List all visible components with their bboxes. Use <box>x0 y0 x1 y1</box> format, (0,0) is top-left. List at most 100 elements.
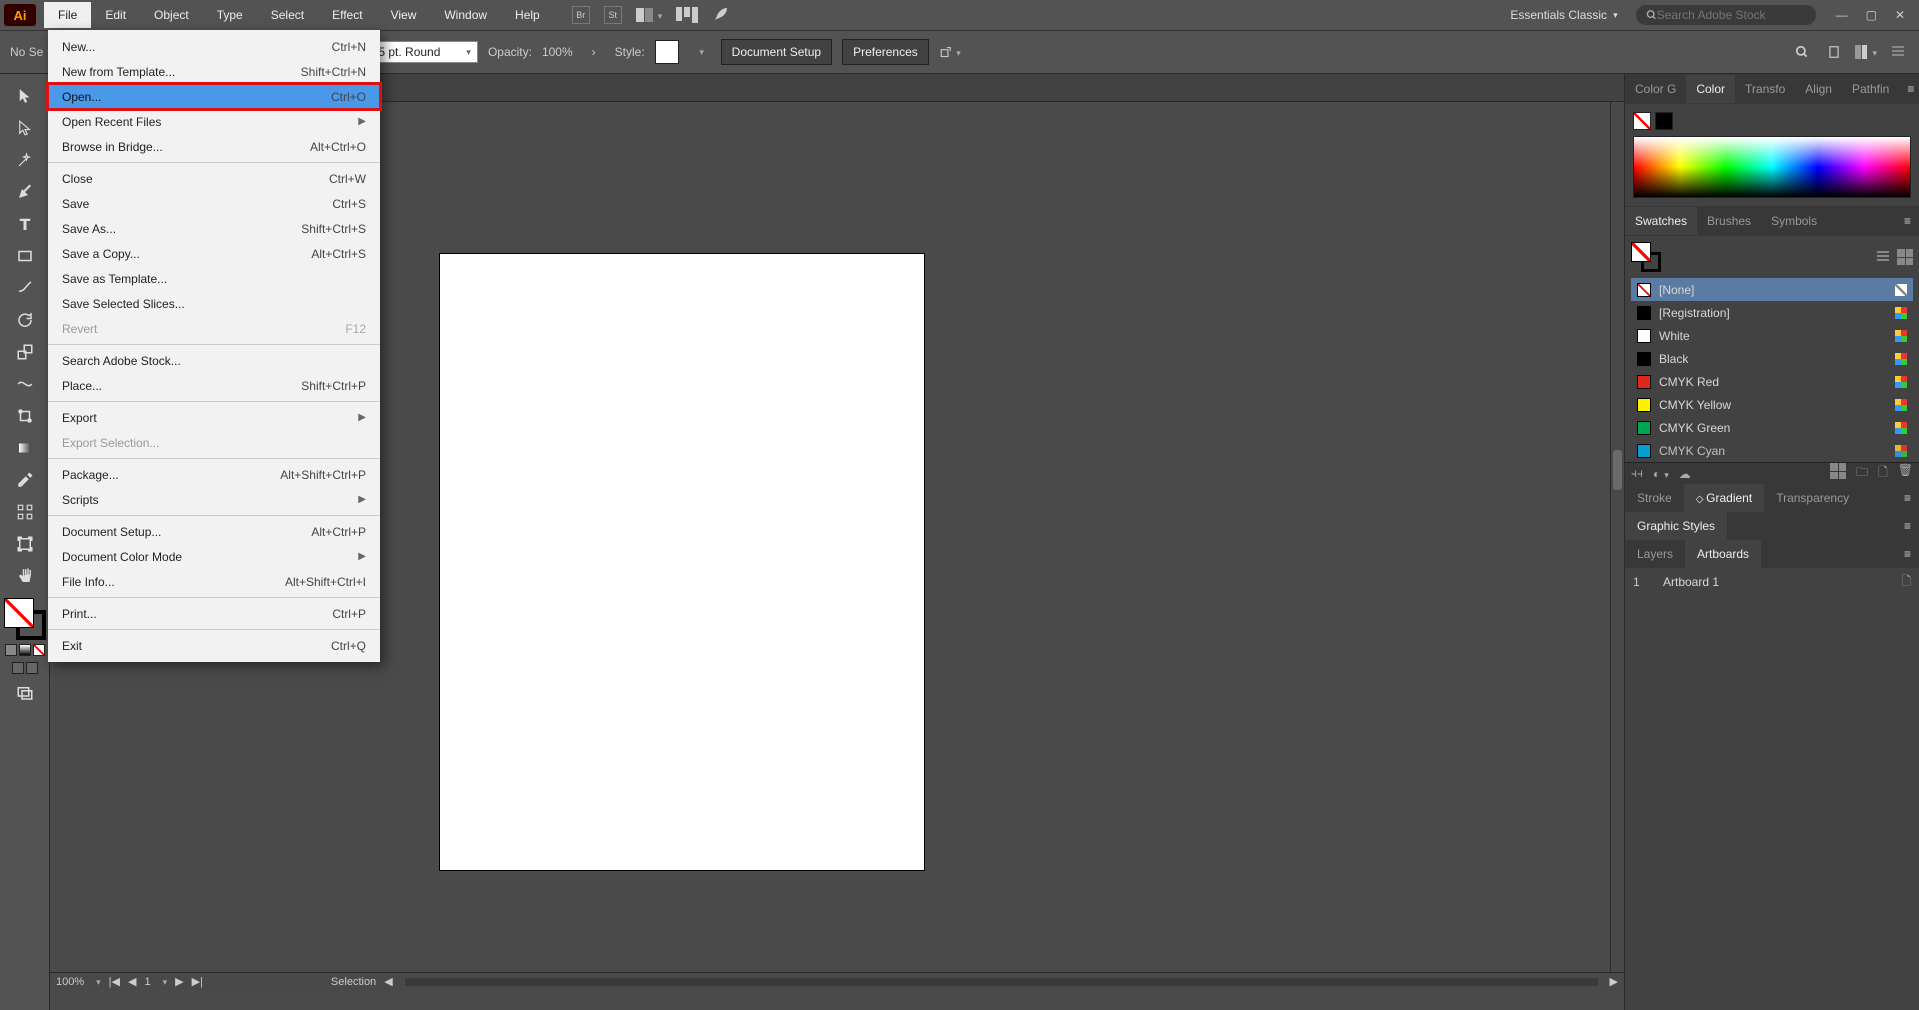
maximize-icon[interactable]: ▢ <box>1866 8 1877 22</box>
swatch-white[interactable]: White <box>1631 324 1913 347</box>
menu-item-close[interactable]: CloseCtrl+W <box>48 166 380 191</box>
eyedropper-tool[interactable] <box>10 465 40 495</box>
search-stock[interactable] <box>1636 5 1816 25</box>
tab-artboards[interactable]: Artboards <box>1685 540 1761 568</box>
color-stroke-chip[interactable] <box>1655 112 1673 130</box>
doc-icon[interactable] <box>1823 41 1845 63</box>
hand-tool[interactable] <box>10 561 40 591</box>
menu-item-save-as-template[interactable]: Save as Template... <box>48 266 380 291</box>
new-group-icon[interactable]: 🗀 <box>1856 463 1868 484</box>
menu-item-open-recent-files[interactable]: Open Recent Files▶ <box>48 109 380 134</box>
color-mode-switches[interactable] <box>5 644 45 656</box>
menu-item-save-as[interactable]: Save As...Shift+Ctrl+S <box>48 216 380 241</box>
rectangle-tool[interactable] <box>10 241 40 271</box>
arrange-icon[interactable] <box>1855 41 1877 63</box>
swatch-cmyk-green[interactable]: CMYK Green <box>1631 416 1913 439</box>
tab-color[interactable]: Color <box>1686 75 1735 103</box>
artboard-tool[interactable] <box>10 529 40 559</box>
direct-selection-tool[interactable] <box>10 113 40 143</box>
tab-graphic-styles[interactable]: Graphic Styles <box>1625 512 1727 540</box>
swatch-options-icon[interactable] <box>1830 463 1846 479</box>
menu-object[interactable]: Object <box>140 2 203 28</box>
menu-item-scripts[interactable]: Scripts▶ <box>48 487 380 512</box>
menu-item-document-color-mode[interactable]: Document Color Mode▶ <box>48 544 380 569</box>
close-icon[interactable]: ✕ <box>1895 8 1905 22</box>
preferences-button[interactable]: Preferences <box>842 39 929 65</box>
style-swatch[interactable] <box>655 40 679 64</box>
tab-stroke[interactable]: Stroke <box>1625 484 1684 512</box>
grid-view-icon[interactable] <box>1897 249 1913 265</box>
selection-tool[interactable] <box>10 81 40 111</box>
bridge-icon[interactable]: Br <box>572 6 590 24</box>
panel-menu-icon[interactable]: ≡ <box>1896 512 1919 540</box>
menu-help[interactable]: Help <box>501 2 554 28</box>
document-setup-button[interactable]: Document Setup <box>721 39 832 65</box>
menu-effect[interactable]: Effect <box>318 2 376 28</box>
menu-item-save[interactable]: SaveCtrl+S <box>48 191 380 216</box>
artboard-nav-value[interactable]: 1 <box>144 976 150 988</box>
free-transform-tool[interactable] <box>10 401 40 431</box>
swatch-cmyk-yellow[interactable]: CMYK Yellow <box>1631 393 1913 416</box>
list-view-icon[interactable] <box>1875 249 1891 265</box>
panel-menu-icon[interactable]: ≡ <box>1899 82 1919 96</box>
show-kinds-icon[interactable]: ◐ <box>1653 467 1669 481</box>
menu-item-save-selected-slices[interactable]: Save Selected Slices... <box>48 291 380 316</box>
fill-swatch-nofill[interactable] <box>4 598 34 628</box>
type-tool[interactable] <box>10 209 40 239</box>
tab-transform[interactable]: Transfo <box>1735 75 1795 103</box>
menu-item-search-adobe-stock[interactable]: Search Adobe Stock... <box>48 348 380 373</box>
tab-brushes[interactable]: Brushes <box>1697 207 1761 235</box>
workspace-switcher[interactable]: Essentials Classic▾ <box>1502 4 1625 26</box>
menu-type[interactable]: Type <box>203 2 257 28</box>
delete-swatch-icon[interactable]: 🗑 <box>1898 463 1913 484</box>
feather-icon[interactable] <box>712 5 730 26</box>
align-to-icon[interactable] <box>939 41 961 63</box>
panel-menu-icon[interactable]: ≡ <box>1896 540 1919 568</box>
swatch-none[interactable]: [None] <box>1631 278 1913 301</box>
tab-pathfinder[interactable]: Pathfin <box>1842 75 1899 103</box>
menu-item-new[interactable]: New...Ctrl+N <box>48 34 380 59</box>
search-icon[interactable] <box>1791 41 1813 63</box>
panel-menu-icon[interactable]: ≡ <box>1896 214 1919 228</box>
cloud-icon[interactable]: ☁ <box>1679 467 1691 481</box>
magic-wand-tool[interactable] <box>10 145 40 175</box>
color-fill-chip[interactable] <box>1633 112 1651 130</box>
opacity-value[interactable]: 100% <box>542 45 573 59</box>
menu-edit[interactable]: Edit <box>91 2 140 28</box>
vertical-scrollbar[interactable] <box>1610 102 1624 972</box>
panel-menu-icon[interactable]: ≡ <box>1896 484 1919 512</box>
paintbrush-tool[interactable] <box>10 273 40 303</box>
menu-item-export[interactable]: Export▶ <box>48 405 380 430</box>
horizontal-scrollbar[interactable]: 100% |◀◀ 1 ▶▶| Selection ◀▶ <box>50 972 1624 990</box>
symbol-sprayer-tool[interactable] <box>10 497 40 527</box>
scale-tool[interactable] <box>10 337 40 367</box>
opacity-flyout-icon[interactable]: › <box>583 41 605 63</box>
minimize-icon[interactable]: — <box>1836 8 1848 22</box>
menu-select[interactable]: Select <box>257 2 318 28</box>
zoom-level[interactable]: 100% <box>56 976 84 988</box>
menu-item-save-a-copy[interactable]: Save a Copy...Alt+Ctrl+S <box>48 241 380 266</box>
menu-window[interactable]: Window <box>430 2 501 28</box>
library-icon[interactable]: ⫞⫞ <box>1631 466 1643 481</box>
tab-align[interactable]: Align <box>1795 75 1842 103</box>
swatch-cmyk-red[interactable]: CMYK Red <box>1631 370 1913 393</box>
menu-item-exit[interactable]: ExitCtrl+Q <box>48 633 380 658</box>
tab-layers[interactable]: Layers <box>1625 540 1685 568</box>
menu-file[interactable]: File <box>44 2 91 28</box>
menu-view[interactable]: View <box>377 2 431 28</box>
artboard-orientation-icon[interactable]: 🗋 <box>1901 572 1911 593</box>
new-swatch-icon[interactable]: 🗋 <box>1878 463 1888 484</box>
menu-item-document-setup[interactable]: Document Setup...Alt+Ctrl+P <box>48 519 380 544</box>
tab-color-guide[interactable]: Color G <box>1625 75 1686 103</box>
tab-gradient[interactable]: ◇ Gradient <box>1684 484 1765 512</box>
style-flyout-icon[interactable] <box>689 41 711 63</box>
pen-tool[interactable] <box>10 177 40 207</box>
arrange-documents-icon[interactable] <box>636 8 663 22</box>
rotate-tool[interactable] <box>10 305 40 335</box>
gradient-tool[interactable] <box>10 433 40 463</box>
menu-item-open[interactable]: Open...Ctrl+O <box>48 84 380 109</box>
menu-item-file-info[interactable]: File Info...Alt+Shift+Ctrl+I <box>48 569 380 594</box>
gpu-icon[interactable] <box>676 7 698 23</box>
tab-transparency[interactable]: Transparency <box>1764 484 1861 512</box>
artboard-row[interactable]: 1 Artboard 1 🗋 <box>1625 568 1919 596</box>
